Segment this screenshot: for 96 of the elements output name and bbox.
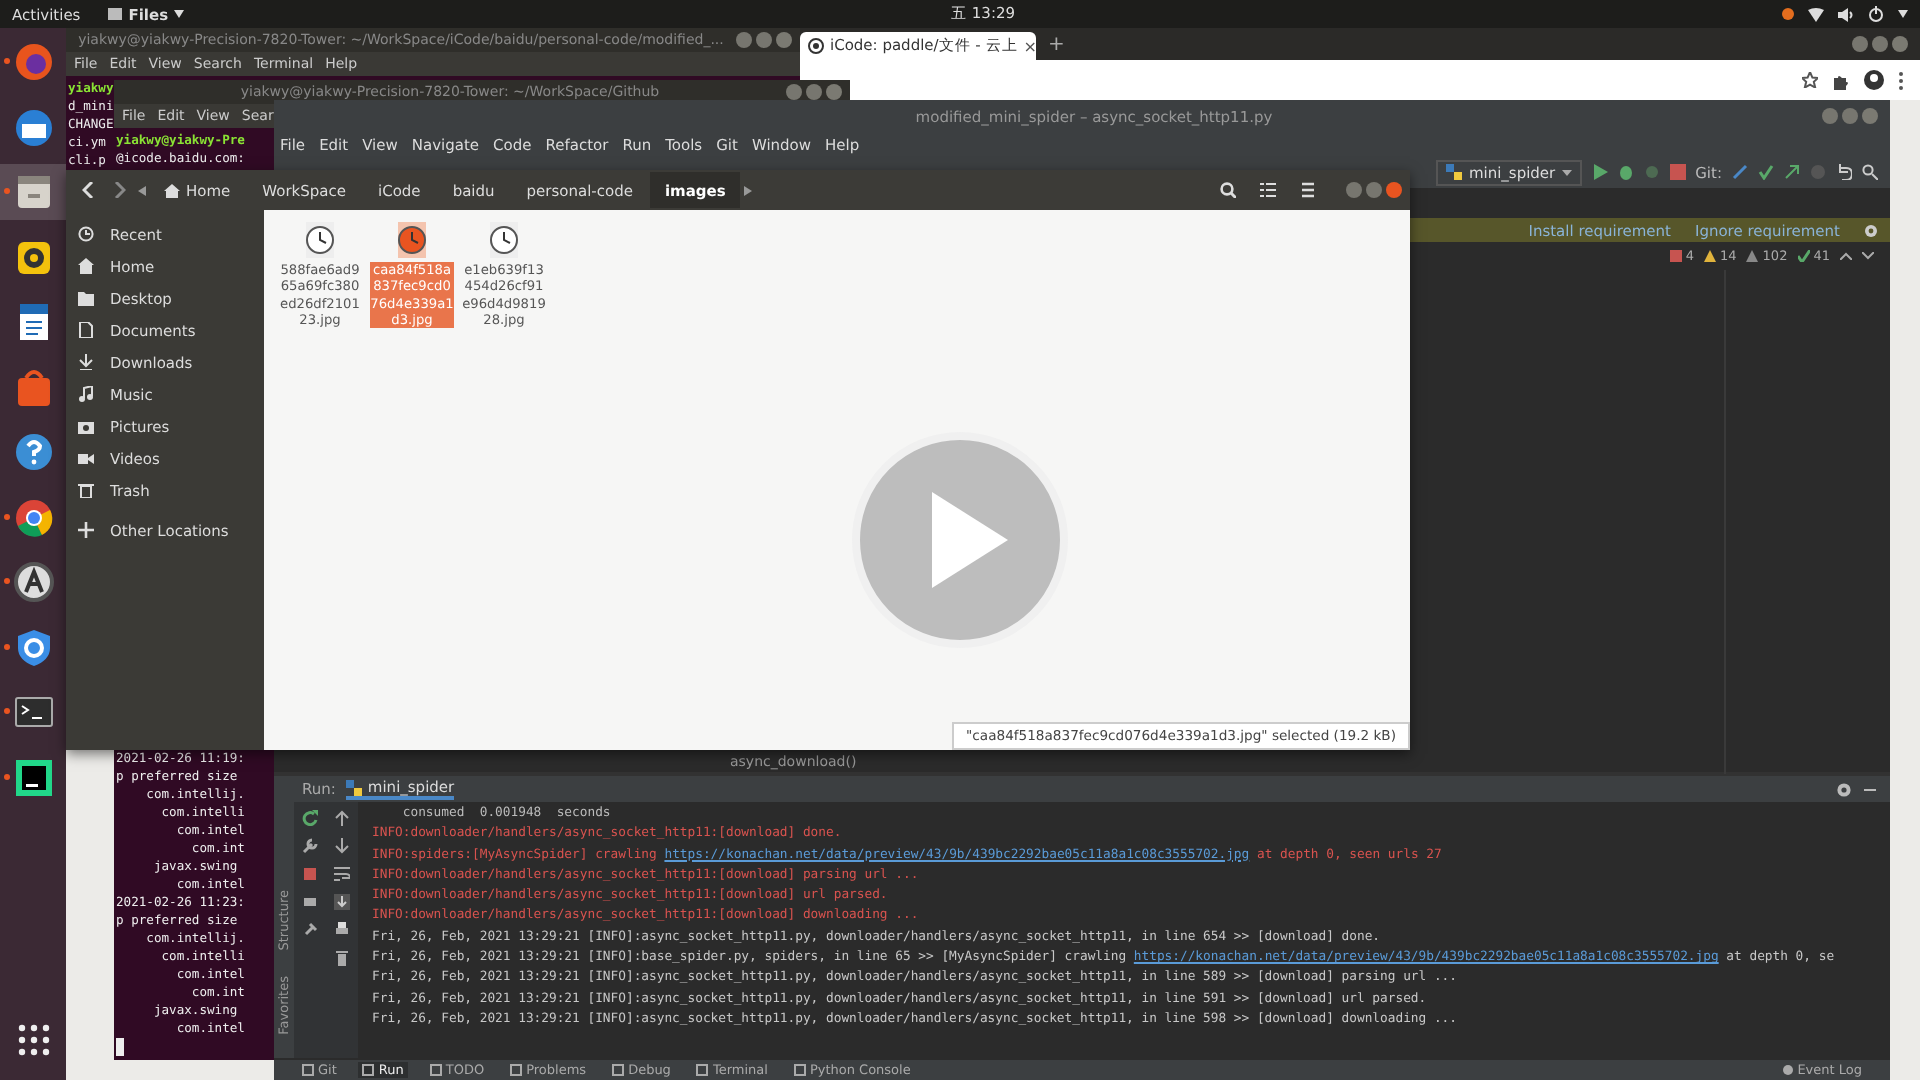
print-icon[interactable] (334, 922, 350, 938)
download-icon (78, 354, 94, 370)
warning-icon (1704, 250, 1717, 262)
close-button[interactable] (1862, 108, 1878, 124)
wrench-icon[interactable] (302, 838, 318, 854)
clock-file-icon (302, 222, 338, 258)
caret-icon[interactable] (1898, 10, 1909, 18)
shield-icon[interactable] (13, 627, 53, 667)
mail-icon[interactable] (13, 107, 53, 147)
tab-icon (302, 1064, 314, 1076)
app-grid-icon[interactable] (13, 1020, 53, 1060)
minimize-button[interactable] (1346, 182, 1362, 198)
search-icon (1220, 182, 1236, 198)
clock-icon (78, 226, 94, 242)
shopping-bag-icon[interactable] (13, 367, 53, 407)
puzzle-icon[interactable] (1832, 71, 1850, 89)
scroll-end-icon[interactable] (334, 894, 350, 910)
settings-icon[interactable] (1864, 223, 1878, 237)
tab-icon (696, 1064, 709, 1076)
text-cursor (116, 1038, 124, 1056)
tab-icon (510, 1064, 523, 1076)
folder-icon (78, 290, 94, 306)
document-icon (78, 322, 94, 338)
speaker-icon[interactable] (1838, 7, 1855, 21)
maximize-button[interactable] (1872, 36, 1888, 52)
wrap-icon[interactable] (334, 866, 350, 882)
browser-icon[interactable] (13, 497, 53, 537)
check-icon[interactable] (1758, 164, 1774, 180)
clock-file-icon (486, 222, 522, 258)
chevron-icon (114, 182, 126, 198)
home-icon (164, 183, 180, 197)
search-icon[interactable] (1862, 164, 1878, 180)
maximize-button[interactable] (1366, 182, 1382, 198)
settings-icon[interactable] (1836, 781, 1852, 797)
stop-icon[interactable] (1669, 164, 1686, 180)
tab-icon (612, 1064, 625, 1076)
speaker-icon[interactable] (13, 237, 53, 277)
close-button[interactable] (1386, 182, 1402, 198)
chevron-icon (82, 182, 94, 198)
power-icon[interactable] (1868, 6, 1885, 22)
site-icon (808, 38, 824, 54)
trash-icon (78, 482, 94, 498)
push-icon[interactable] (1784, 164, 1800, 180)
close-button[interactable] (826, 84, 842, 100)
minimize-button[interactable] (1852, 36, 1868, 52)
caret-down-icon[interactable] (1862, 252, 1874, 260)
pin-icon[interactable] (302, 922, 318, 938)
tab-icon (429, 1064, 442, 1076)
caret-icon (1561, 169, 1572, 175)
home-icon (78, 258, 94, 274)
terminal-icon[interactable] (13, 692, 53, 732)
maximize-button[interactable] (806, 84, 822, 100)
new-tab-button[interactable]: + (1048, 33, 1065, 55)
layout-icon[interactable] (302, 894, 318, 910)
debug-icon[interactable] (1617, 164, 1634, 180)
update-icon[interactable] (1732, 164, 1748, 180)
trash-icon[interactable] (334, 950, 350, 966)
wifi-icon[interactable] (1808, 7, 1825, 21)
minimize-button[interactable] (786, 84, 802, 100)
run-icon[interactable] (1591, 164, 1608, 180)
menu-icon (1300, 182, 1316, 198)
close-tab-button[interactable]: × (1023, 37, 1037, 55)
status-dot-icon[interactable] (1782, 8, 1795, 20)
undo-icon[interactable] (1836, 164, 1852, 180)
python-icon (1446, 164, 1463, 180)
tab-icon (793, 1064, 806, 1076)
folder-icon (108, 8, 123, 20)
help-icon[interactable] (13, 432, 53, 472)
avatar-icon[interactable] (1864, 70, 1884, 90)
arrow-up-icon[interactable] (334, 810, 350, 826)
font-icon[interactable] (13, 562, 53, 602)
rerun-icon[interactable] (302, 810, 318, 826)
music-note-icon (78, 386, 94, 402)
list-icon (1260, 182, 1276, 198)
pycharm-logo-icon[interactable] (13, 757, 53, 797)
minimize-button[interactable] (736, 32, 752, 48)
file-cabinet-icon[interactable] (13, 172, 53, 212)
kebab-menu-icon[interactable] (1898, 71, 1904, 89)
tab-icon (362, 1064, 375, 1076)
arrow-down-icon[interactable] (334, 838, 350, 854)
plus-icon (78, 522, 94, 538)
close-button[interactable] (1892, 36, 1908, 52)
caret-left-icon[interactable] (138, 185, 146, 195)
close-button[interactable] (776, 32, 792, 48)
camera-icon (78, 418, 94, 434)
stop-icon[interactable] (302, 866, 318, 882)
maximize-button[interactable] (756, 32, 772, 48)
error-icon (1669, 250, 1682, 262)
caret-icon (174, 10, 185, 18)
typo-icon (1797, 250, 1810, 262)
star-icon[interactable] (1802, 72, 1818, 88)
clock-file-icon (394, 222, 430, 258)
weak-icon (1746, 250, 1759, 262)
video-icon (78, 450, 94, 466)
caret-up-icon[interactable] (1840, 252, 1852, 260)
python-icon (345, 779, 362, 795)
